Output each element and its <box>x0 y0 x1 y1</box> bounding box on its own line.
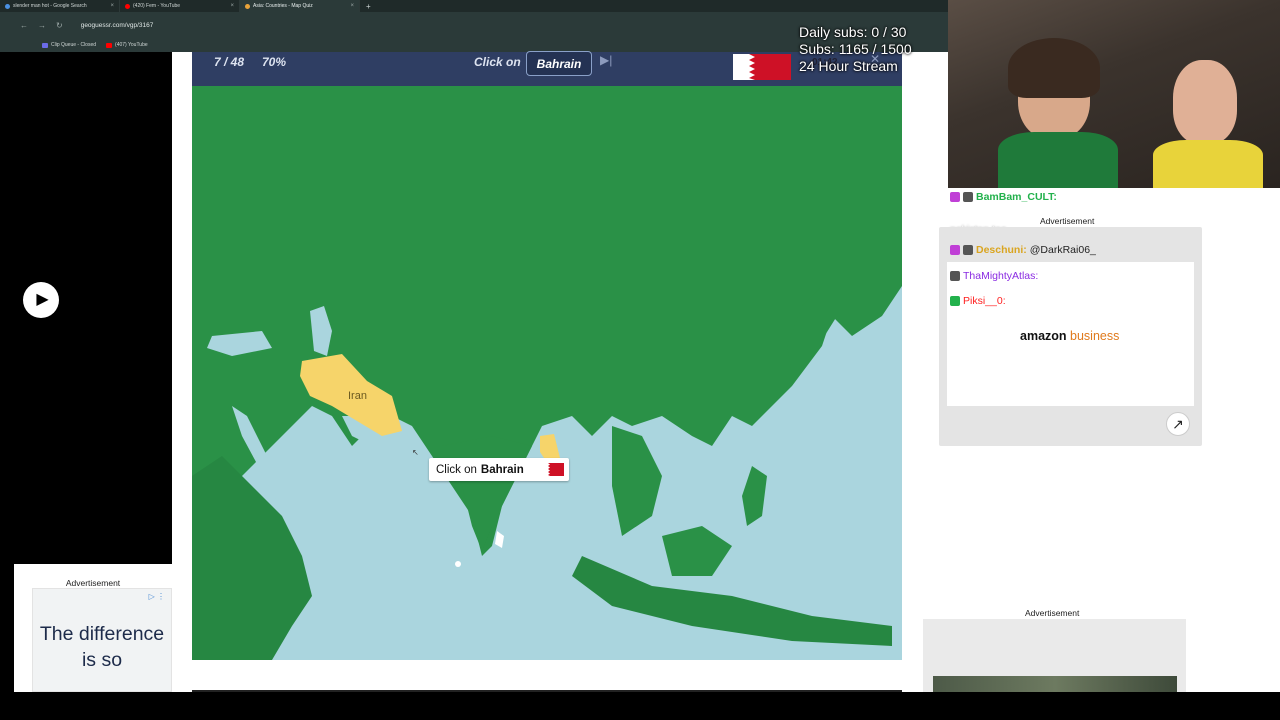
ad-box[interactable]: ▷ ⋮ The difference is so <box>32 588 172 692</box>
moderator-badge-icon <box>950 271 960 281</box>
ad-label: Advertisement <box>65 578 121 588</box>
chat-text: @DarkRai06_ <box>1029 244 1096 256</box>
streamer-left-shirt <box>998 132 1118 188</box>
chat-username[interactable]: Piksi__0: <box>963 295 1006 307</box>
skip-icon[interactable]: ▶| <box>600 53 612 67</box>
prompt-tooltip: Click on Bahrain <box>429 458 569 481</box>
external-link-icon[interactable]: ↗ <box>1166 412 1190 436</box>
back-icon[interactable]: ← <box>20 21 28 30</box>
close-tab-icon[interactable]: × <box>230 3 234 9</box>
adchoices-icon[interactable]: ▷ ⋮ <box>149 592 165 601</box>
tooltip-prompt: Click on <box>436 463 477 476</box>
amazon-suffix: business <box>1070 329 1120 343</box>
browser-tab[interactable]: slender man hot - Google Search × <box>0 0 120 12</box>
play-button[interactable]: ▶ <box>23 282 59 318</box>
page-footer <box>192 660 902 692</box>
moderator-badge-icon <box>963 192 973 202</box>
land-philippines <box>742 466 767 526</box>
forward-icon[interactable]: → <box>38 21 46 30</box>
stream-label: 24 Hour Stream <box>799 58 898 74</box>
sub-badge-icon <box>950 192 960 202</box>
ad-label: Advertisement <box>1025 608 1080 618</box>
amazon-business-logo[interactable]: amazon business <box>1020 329 1119 343</box>
tab-label: Asia: Countries - Map Quiz <box>253 3 313 9</box>
youtube-icon <box>106 42 113 48</box>
stream-overlay: Daily subs: 0 / 30 Subs: 1165 / 1500 24 … <box>799 24 912 75</box>
new-tab-button[interactable]: + <box>360 2 377 11</box>
moderator-badge-icon <box>963 245 973 255</box>
bottom-bar <box>0 692 1280 720</box>
subs-count: Subs: 1165 / 1500 <box>799 41 912 57</box>
quiz-progress: 7 / 48 <box>214 55 245 69</box>
vip-badge-icon <box>950 296 960 306</box>
land-indonesia <box>572 556 892 646</box>
browser-tab[interactable]: (420) Fem - YouTube × <box>120 0 240 12</box>
tab-label: slender man hot - Google Search <box>13 3 87 9</box>
land-india <box>442 436 532 551</box>
asia-map[interactable] <box>192 86 902 660</box>
youtube-icon <box>125 3 130 9</box>
reload-icon[interactable]: ↻ <box>56 21 63 30</box>
ad-image[interactable] <box>933 676 1177 692</box>
streamer-left-hair <box>1008 38 1100 98</box>
land-southeast-asia <box>612 426 662 536</box>
chat-username[interactable]: BamBam_CULT: <box>976 191 1057 203</box>
daily-subs: Daily subs: 0 / 30 <box>799 24 907 40</box>
google-icon <box>5 3 10 9</box>
chat-username[interactable]: ThaMightyAtlas: <box>963 270 1038 282</box>
quiz-prompt: Click on <box>474 55 521 69</box>
geoguessr-icon <box>245 3 250 9</box>
play-icon: ▶ <box>36 291 49 308</box>
tooltip-country: Bahrain <box>480 463 524 476</box>
bookmark-item[interactable]: Clip Queue - Closed <box>42 42 96 48</box>
browser-tab-bar: slender man hot - Google Search × (420) … <box>0 0 948 12</box>
bahrain-flag-icon <box>541 463 564 476</box>
bookmark-item[interactable]: (407) YouTube <box>106 42 148 48</box>
quiz-accuracy: 70% <box>262 55 287 69</box>
ad-label: Advertisement <box>1040 216 1095 226</box>
land-borneo <box>662 526 732 576</box>
chat-message: Deschuni: @DarkRai06_ <box>950 244 1096 256</box>
country-label-iran: Iran <box>348 390 367 402</box>
amazon-brand: amazon <box>1020 329 1067 343</box>
tab-label: (420) Fem - YouTube <box>133 3 181 9</box>
chat-message: Piksi__0: <box>950 295 1006 307</box>
target-country: Bahrain <box>526 51 592 76</box>
browser-tab-active[interactable]: Asia: Countries - Map Quiz × <box>240 0 360 12</box>
map-svg[interactable] <box>192 86 902 660</box>
chat-message: BamBam_CULT: <box>950 191 1057 203</box>
streamer-right <box>1173 60 1237 144</box>
chat-message: ThaMightyAtlas: <box>950 270 1038 282</box>
close-tab-icon[interactable]: × <box>350 3 354 9</box>
bookmark-label: Clip Queue - Closed <box>51 42 97 48</box>
land-maldives <box>455 561 461 567</box>
mouse-cursor-icon: ↖ <box>412 448 419 457</box>
page-gutter <box>172 52 192 692</box>
streamer-right-shirt <box>1153 140 1263 188</box>
land-asia <box>192 86 902 556</box>
land-sri-lanka <box>495 531 504 548</box>
sub-badge-icon <box>950 245 960 255</box>
bookmark-label: (407) YouTube <box>115 42 148 48</box>
url-field[interactable]: geoguessr.com/vgp/3167 <box>81 22 154 29</box>
ad-text: The difference is so <box>39 623 165 671</box>
bahrain-flag-icon <box>733 54 791 80</box>
land-africa <box>192 456 312 660</box>
twitch-icon <box>42 42 48 48</box>
close-tab-icon[interactable]: × <box>110 3 114 9</box>
left-advertisement[interactable]: Advertisement ▷ ⋮ The difference is so <box>14 564 172 692</box>
webcam-feed <box>948 0 1280 188</box>
chat-username[interactable]: Deschuni: <box>976 244 1027 256</box>
